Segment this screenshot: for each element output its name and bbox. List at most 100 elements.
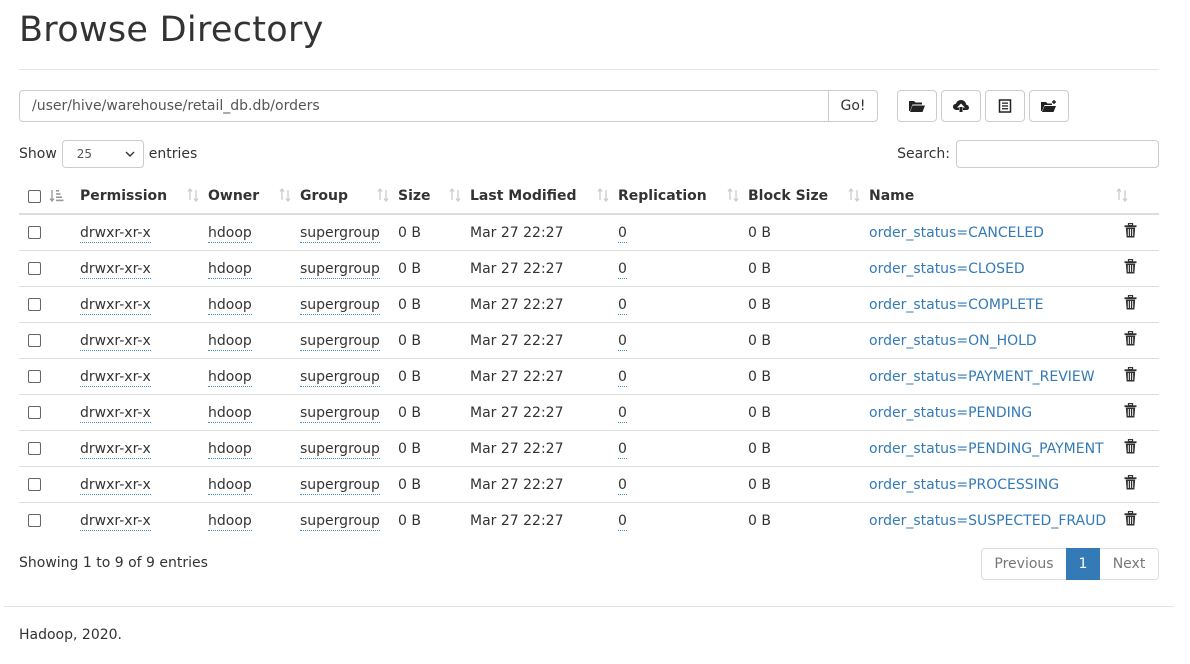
replication-value[interactable]: 0 [618,512,627,531]
row-checkbox[interactable] [28,226,41,239]
directory-name-link[interactable]: order_status=PAYMENT_REVIEW [869,369,1095,385]
header-owner[interactable]: Owner [208,179,300,215]
directory-name-link[interactable]: order_status=PENDING_PAYMENT [869,441,1104,457]
directory-name-link[interactable]: order_status=SUSPECTED_FRAUD [869,513,1106,529]
row-checkbox[interactable] [28,370,41,383]
header-block-size[interactable]: Block Size [748,179,869,215]
directory-name-link[interactable]: order_status=PROCESSING [869,477,1059,493]
trash-icon[interactable] [1124,258,1137,278]
directory-name-link[interactable]: order_status=CANCELED [869,225,1044,241]
size-cell: 0 B [398,430,470,467]
group-value[interactable]: supergroup [300,260,380,279]
name-cell: order_status=CLOSED [869,250,1117,287]
trash-icon[interactable] [1124,474,1137,494]
row-checkbox[interactable] [28,334,41,347]
next-page-button[interactable]: Next [1100,548,1159,580]
owner-value[interactable]: hdoop [208,440,252,459]
create-directory-button[interactable] [1029,90,1069,122]
owner-value[interactable]: hdoop [208,476,252,495]
owner-value[interactable]: hdoop [208,404,252,423]
size-cell: 0 B [398,224,421,241]
row-checkbox[interactable] [28,298,41,311]
replication-value[interactable]: 0 [618,368,627,387]
actions-cell [1117,394,1159,431]
trash-icon[interactable] [1124,222,1137,242]
row-checkbox[interactable] [28,478,41,491]
directory-name-link[interactable]: order_status=PENDING [869,405,1032,421]
replication-value[interactable]: 0 [618,260,627,279]
group-value[interactable]: supergroup [300,296,380,315]
list-view-button[interactable] [985,90,1025,122]
permission-value[interactable]: drwxr-xr-x [80,260,151,279]
go-button[interactable]: Go! [828,90,878,122]
row-checkbox[interactable] [28,442,41,455]
header-replication-label: Replication [618,188,707,204]
open-folder-button[interactable] [897,90,937,122]
header-replication[interactable]: Replication [618,179,748,215]
divider [19,69,1159,70]
replication-value[interactable]: 0 [618,440,627,459]
group-value[interactable]: supergroup [300,224,380,243]
header-group[interactable]: Group [300,179,398,215]
header-permission[interactable]: Permission [80,179,208,215]
group-value[interactable]: supergroup [300,368,380,387]
permission-cell: drwxr-xr-x [80,286,208,323]
permission-value[interactable]: drwxr-xr-x [80,404,151,423]
replication-value[interactable]: 0 [618,476,627,495]
trash-icon[interactable] [1124,330,1137,350]
header-last-modified[interactable]: Last Modified [470,179,618,215]
directory-name-link[interactable]: order_status=ON_HOLD [869,333,1037,349]
row-select-cell [19,466,47,503]
owner-value[interactable]: hdoop [208,296,252,315]
owner-value[interactable]: hdoop [208,260,252,279]
upload-button[interactable] [941,90,981,122]
page-1-button[interactable]: 1 [1066,548,1100,580]
trash-icon[interactable] [1124,510,1137,530]
sort-column-header[interactable] [47,179,80,215]
permission-value[interactable]: drwxr-xr-x [80,512,151,531]
group-value[interactable]: supergroup [300,512,380,531]
trash-icon[interactable] [1124,366,1137,386]
permission-value[interactable]: drwxr-xr-x [80,296,151,315]
row-checkbox[interactable] [28,514,41,527]
permission-value[interactable]: drwxr-xr-x [80,224,151,243]
owner-value[interactable]: hdoop [208,332,252,351]
owner-cell: hdoop [208,250,300,287]
group-value[interactable]: supergroup [300,332,380,351]
owner-value[interactable]: hdoop [208,512,252,531]
previous-page-button[interactable]: Previous [981,548,1066,580]
directory-name-link[interactable]: order_status=CLOSED [869,261,1025,277]
group-value[interactable]: supergroup [300,404,380,423]
owner-value[interactable]: hdoop [208,224,252,243]
table-header-row: Permission Owner Group Size Last Modifie… [19,179,1159,215]
row-checkbox[interactable] [28,406,41,419]
group-value[interactable]: supergroup [300,440,380,459]
header-actions [1116,179,1159,215]
header-size[interactable]: Size [398,179,470,215]
replication-value[interactable]: 0 [618,296,627,315]
replication-value[interactable]: 0 [618,224,627,243]
permission-value[interactable]: drwxr-xr-x [80,368,151,387]
permission-value[interactable]: drwxr-xr-x [80,332,151,351]
search-input[interactable] [956,140,1159,168]
header-name[interactable]: Name [869,179,1117,215]
replication-value[interactable]: 0 [618,404,627,423]
sort-icon [1116,188,1128,202]
directory-name-link[interactable]: order_status=COMPLETE [869,297,1043,313]
entries-per-page-select[interactable]: 25 [61,140,144,168]
row-checkbox[interactable] [28,262,41,275]
permission-value[interactable]: drwxr-xr-x [80,476,151,495]
trash-icon[interactable] [1124,294,1137,314]
trash-icon[interactable] [1124,438,1137,458]
owner-value[interactable]: hdoop [208,368,252,387]
directory-path-input[interactable] [19,90,828,122]
modified-cell: Mar 27 22:27 [470,286,618,323]
select-all-checkbox[interactable] [28,189,41,203]
search-label: Search: [897,146,950,162]
replication-value[interactable]: 0 [618,332,627,351]
group-value[interactable]: supergroup [300,476,380,495]
row-select-cell [19,502,47,538]
permission-value[interactable]: drwxr-xr-x [80,440,151,459]
trash-icon[interactable] [1124,402,1137,422]
table-row: drwxr-xr-x hdoop supergroup 0 B Mar 27 22:27… [19,502,1159,538]
